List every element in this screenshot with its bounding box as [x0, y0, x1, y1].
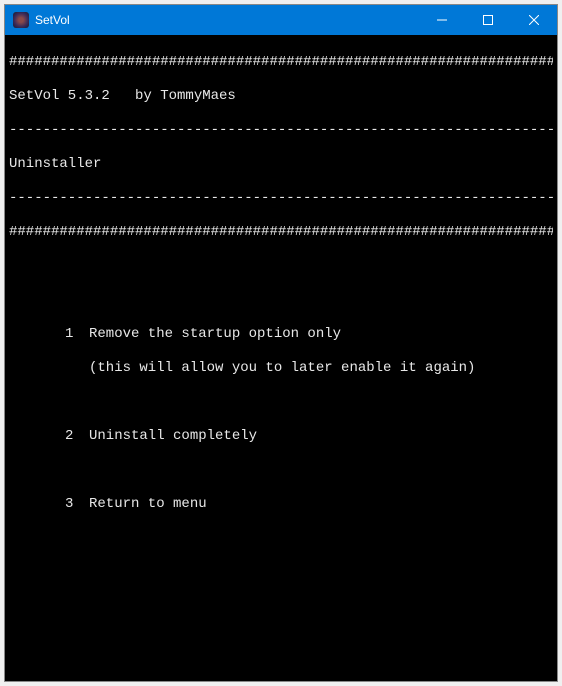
hash-line: ########################################… — [9, 224, 553, 241]
minimize-icon — [437, 15, 447, 25]
blank-line — [9, 564, 553, 581]
blank-line — [9, 258, 553, 275]
blank-line — [9, 292, 553, 309]
section-header: Uninstaller — [9, 156, 553, 173]
option-number: 2 — [9, 428, 89, 445]
blank-line — [9, 462, 553, 479]
minimize-button[interactable] — [419, 5, 465, 35]
header-title-line: SetVol 5.3.2 by TommyMaes — [9, 88, 553, 105]
close-button[interactable] — [511, 5, 557, 35]
maximize-icon — [483, 15, 493, 25]
hash-line: ########################################… — [9, 54, 553, 71]
blank-line — [9, 394, 553, 411]
app-window: SetVol #################################… — [4, 4, 558, 682]
blank-line — [9, 666, 553, 681]
option-text: Uninstall completely — [89, 428, 553, 445]
titlebar[interactable]: SetVol — [5, 5, 557, 35]
option-number: 1 — [9, 326, 89, 343]
option-text: Remove the startup option only — [89, 326, 553, 343]
option-subtext: (this will allow you to later enable it … — [89, 360, 553, 377]
menu-option: 3Return to menu — [9, 496, 553, 513]
menu-option: 2Uninstall completely — [9, 428, 553, 445]
menu-option: 1Remove the startup option only — [9, 326, 553, 343]
close-icon — [529, 15, 539, 25]
menu-option-sub: (this will allow you to later enable it … — [9, 360, 553, 377]
window-controls — [419, 5, 557, 35]
maximize-button[interactable] — [465, 5, 511, 35]
option-text: Return to menu — [89, 496, 553, 513]
dash-line: ----------------------------------------… — [9, 122, 553, 139]
app-icon — [13, 12, 29, 28]
blank-line — [9, 530, 553, 547]
blank-line — [9, 598, 553, 615]
dash-line: ----------------------------------------… — [9, 190, 553, 207]
terminal-area[interactable]: ########################################… — [5, 35, 557, 681]
option-number: 3 — [9, 496, 89, 513]
window-title: SetVol — [35, 13, 419, 27]
blank-line — [9, 632, 553, 649]
